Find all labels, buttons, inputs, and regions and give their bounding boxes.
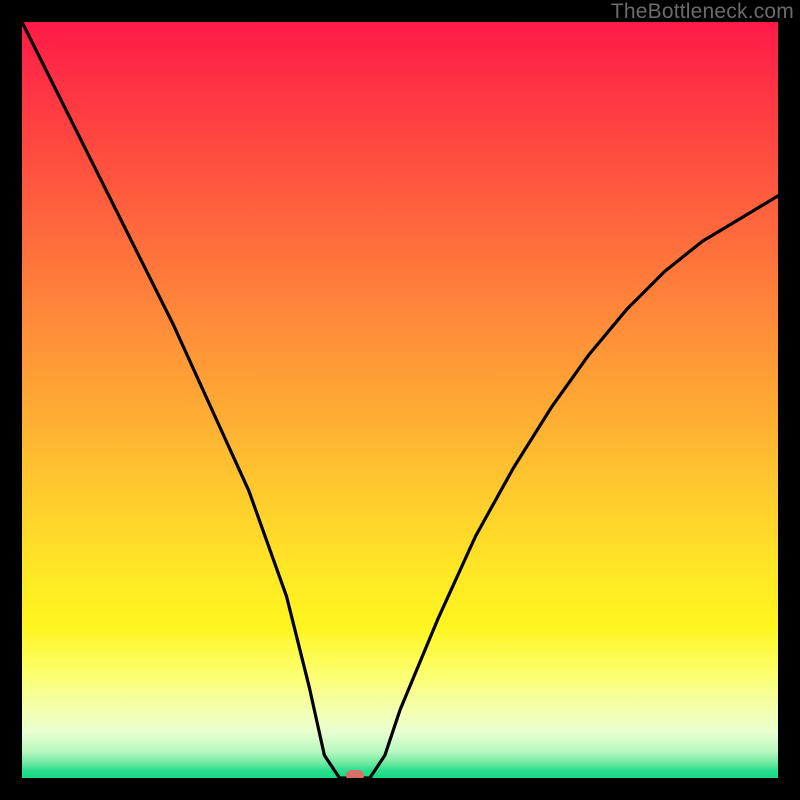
plot-area [22, 22, 778, 778]
bottleneck-curve [22, 22, 778, 778]
watermark-text: TheBottleneck.com [611, 0, 794, 24]
outer-frame: TheBottleneck.com [0, 0, 800, 800]
optimal-marker-icon [346, 770, 364, 778]
